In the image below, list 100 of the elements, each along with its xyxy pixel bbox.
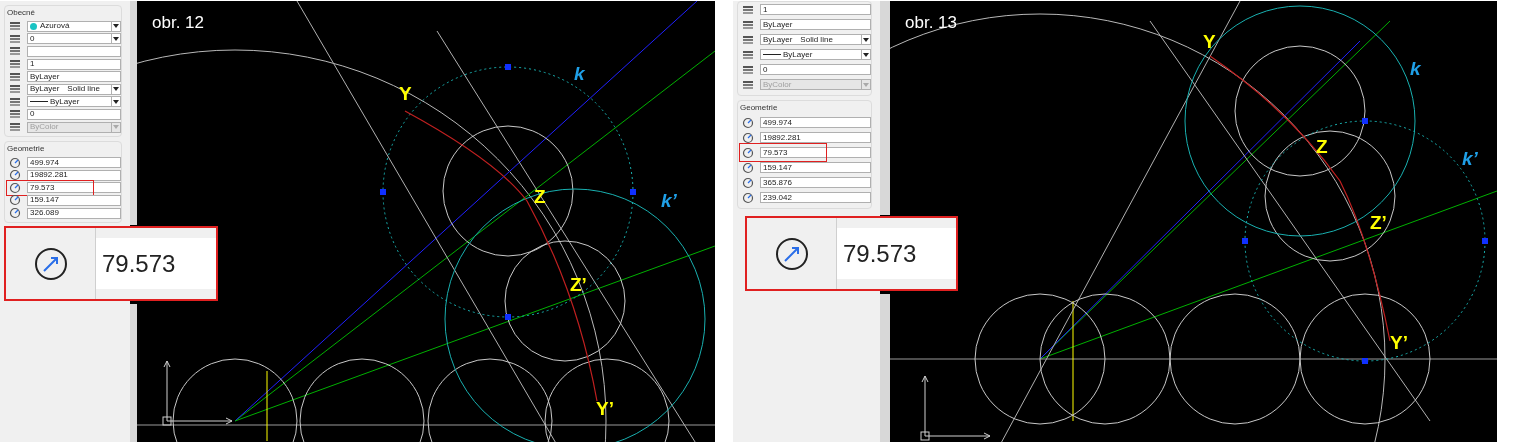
radius-icon — [33, 246, 68, 281]
property-icon — [9, 32, 21, 45]
circle-icon — [742, 191, 754, 204]
point-label: Y’ — [596, 398, 614, 419]
dropdown-arrow-icon[interactable] — [861, 35, 870, 44]
figure-caption: obr. 12 — [152, 13, 204, 32]
field-value: 499.974 — [763, 118, 792, 127]
dropdown-field[interactable]: 0 — [27, 33, 121, 45]
property-icon — [9, 95, 21, 108]
dropdown-arrow-icon[interactable] — [111, 21, 120, 31]
field-value: ByLayer — [30, 85, 60, 94]
field-value: 499.974 — [30, 158, 59, 167]
input-field[interactable]: 499.974 — [27, 157, 121, 169]
radius-icon — [774, 236, 809, 271]
input-field[interactable] — [27, 46, 121, 57]
input-field[interactable]: 19892.281 — [760, 132, 871, 143]
input-field[interactable]: 499.974 — [760, 117, 871, 128]
field-value: 159.147 — [30, 196, 59, 205]
point-label: k — [1410, 58, 1421, 79]
point-label: Z’ — [1370, 212, 1387, 233]
circle-icon — [742, 131, 754, 144]
field-value: 0 — [30, 110, 35, 119]
dropdown-field[interactable]: ByLayer — [760, 49, 871, 60]
point-label: Y — [1203, 31, 1216, 52]
property-icon — [9, 20, 21, 33]
circle-icon — [742, 161, 754, 174]
section-title: Geometrie — [739, 102, 779, 114]
input-field[interactable]: 79.573 — [27, 182, 121, 194]
dropdown-field[interactable]: ByLayer Solid line — [27, 83, 121, 95]
field-value: 1 — [763, 5, 768, 14]
circle-icon — [9, 194, 21, 207]
property-icon — [742, 33, 754, 46]
property-icon — [742, 48, 754, 61]
section-title: Obecné — [6, 7, 37, 19]
input-field[interactable]: ByLayer — [760, 19, 871, 30]
field-value: 0 — [30, 34, 35, 43]
input-field[interactable]: 1 — [760, 4, 871, 15]
field-value: 365.876 — [763, 178, 792, 187]
point-label: k’ — [1462, 148, 1478, 169]
property-icon — [742, 78, 754, 91]
figure-caption: obr. 13 — [905, 13, 957, 32]
field-value: ByLayer — [763, 35, 793, 44]
field-value: 0 — [763, 65, 768, 74]
circle-icon — [742, 116, 754, 129]
dropdown-field[interactable]: ByLayer Solid line — [760, 34, 871, 45]
dropdown-arrow-icon[interactable] — [861, 50, 870, 59]
input-field[interactable]: 0 — [760, 64, 871, 75]
circle-icon — [9, 169, 21, 182]
point-label: Z’ — [570, 274, 587, 295]
property-icon — [9, 45, 21, 58]
field-value: ByLayer — [783, 50, 813, 59]
line-sample — [30, 101, 48, 103]
input-field[interactable]: 159.147 — [760, 162, 871, 173]
circle-icon — [9, 207, 21, 219]
circle-icon — [742, 176, 754, 189]
input-field[interactable]: 0 — [27, 108, 121, 120]
input-field[interactable]: 159.147 — [27, 194, 121, 206]
radius-value: 79.573 — [102, 248, 176, 279]
field-value: Azurová — [40, 22, 70, 31]
property-icon — [742, 3, 754, 16]
point-label: Y — [399, 83, 412, 104]
circle-icon — [9, 156, 21, 169]
property-icon — [9, 58, 21, 71]
property-icon — [9, 83, 21, 96]
property-icon — [9, 121, 21, 134]
field-value: 19892.281 — [763, 133, 801, 142]
field-value: 19892.281 — [30, 171, 68, 180]
input-field[interactable]: ByLayer — [27, 71, 121, 83]
input-field[interactable]: 239.042 — [760, 192, 871, 203]
field-value: 79.573 — [763, 148, 788, 157]
circle-icon — [742, 146, 754, 159]
field-value: 326.089 — [30, 209, 59, 217]
field-value: 239.042 — [763, 193, 792, 202]
dropdown-field[interactable]: ByLayer — [27, 96, 121, 108]
dropdown-arrow-icon[interactable] — [111, 97, 120, 107]
property-icon — [742, 18, 754, 31]
point-label: Z — [1316, 136, 1328, 157]
input-field[interactable]: 365.876 — [760, 177, 871, 188]
circle-icon — [9, 181, 21, 194]
point-label: Y’ — [1390, 332, 1408, 353]
point-label: Z — [534, 186, 546, 207]
property-icon — [9, 108, 21, 121]
point-label: k’ — [661, 190, 677, 211]
field-value: 1 — [30, 60, 35, 69]
input-field[interactable]: 326.089 — [27, 207, 121, 219]
field-value: ByLayer — [30, 72, 60, 81]
input-field[interactable]: 1 — [27, 58, 121, 70]
dropdown-arrow-icon[interactable] — [111, 84, 120, 94]
field-value: 79.573 — [30, 183, 55, 192]
input-field[interactable]: 19892.281 — [27, 169, 121, 181]
property-icon — [9, 70, 21, 83]
field-value: 159.147 — [763, 163, 792, 172]
field-value: Solid line — [67, 85, 100, 94]
dropdown-field[interactable]: Azurová — [27, 20, 121, 32]
radius-value: 79.573 — [843, 238, 917, 269]
property-icon — [742, 63, 754, 76]
dropdown-arrow-icon[interactable] — [111, 34, 120, 44]
input-field[interactable]: 79.573 — [760, 147, 871, 158]
section-title: Geometrie — [6, 143, 46, 156]
line-sample — [763, 54, 781, 55]
